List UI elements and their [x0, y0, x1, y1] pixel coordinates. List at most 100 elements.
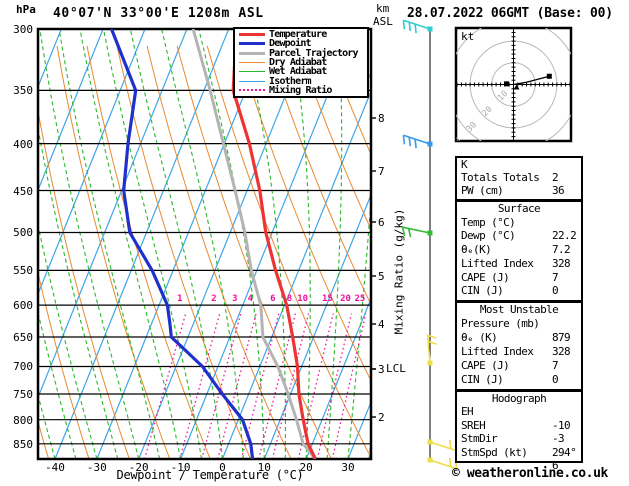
stat-label: θₑ(K)	[461, 243, 492, 257]
hodograph-square-marker	[504, 81, 510, 87]
wind-barb	[401, 226, 433, 238]
legend-swatch-dewpoint	[239, 42, 265, 46]
stats-table-3: Hodograph EH -10 SREH -3 StmDir 294° StmSpd (kt…	[455, 390, 583, 472]
pressure-tick-label: 600	[13, 299, 33, 313]
temperature-tick-label: 30	[341, 461, 355, 474]
km-tick-label: 3	[378, 363, 385, 376]
stat-label: PW (cm)	[461, 184, 504, 197]
table-row: Temp (°C) 22.2	[457, 216, 581, 243]
wind-barb-staff	[403, 134, 431, 145]
km-tick-label: 5	[378, 270, 385, 283]
run-date-label: 28.07.2022 06GMT (Base: 00)	[407, 6, 613, 21]
wind-barb	[427, 439, 458, 452]
table-row: SREH -3	[457, 418, 581, 445]
wind-barb-feather	[408, 137, 412, 147]
legend-swatch-parcel-trajectory	[239, 51, 265, 55]
wind-barb	[426, 334, 437, 366]
table-row: StmSpd (kt) 6	[457, 445, 581, 472]
wind-barb-staff	[402, 226, 431, 234]
stat-label: StmSpd (kt)	[461, 445, 528, 459]
skewt-sounding-page: 10 20 30 40 hPa 40°07'N 33°00'E 1208m ASL k…	[0, 0, 629, 486]
table-title: Most Unstable	[479, 303, 559, 316]
mixing-ratio-value-label: 10	[297, 294, 309, 304]
mixing-ratio-value-label: 20	[340, 294, 351, 304]
km-tick-label: 8	[378, 112, 385, 125]
temperature-tick-label: -20	[128, 461, 149, 474]
pressure-tick-label: 450	[13, 184, 33, 198]
temperature-tick-label: -10	[170, 461, 191, 474]
temperature-tick-label: 0	[219, 461, 226, 474]
wind-barb-feather	[448, 439, 452, 449]
station-title: 40°07'N 33°00'E 1208m ASL	[53, 6, 264, 21]
stats-table-0: K2Totals Totals36PW (cm)0.88	[455, 156, 583, 210]
wind-barb-feather	[427, 334, 437, 339]
temperature-tick-label: -40	[45, 461, 65, 474]
mixing-ratio-axis-label: Mixing Ratio (g/kg)	[392, 208, 406, 335]
legend-swatch-wet-adiabat	[239, 71, 265, 73]
wind-barb-staff	[429, 441, 457, 452]
mixing-ratio-line	[201, 313, 242, 459]
stat-label: CIN (J)	[461, 284, 504, 298]
stat-label: SREH	[461, 418, 486, 432]
pressure-tick-label: 650	[13, 330, 33, 344]
legend-item-label: Mixing Ratio	[269, 84, 332, 96]
stat-label: Lifted Index	[461, 345, 534, 358]
mixing-ratio-line	[316, 313, 353, 459]
hodograph: 10203040	[454, 26, 573, 143]
stat-label: CIN (J)	[461, 373, 504, 386]
table-row: Dewp (°C) 7.2	[457, 229, 581, 256]
dry-adiabat-line	[38, 108, 130, 459]
table-row: CAPE (J) 0	[457, 359, 581, 386]
table-row: Lifted Index 7	[457, 256, 581, 284]
stat-label: Lifted Index	[461, 256, 534, 270]
dry-adiabat-line	[176, 45, 332, 459]
table-row: StmDir 294°	[457, 432, 581, 458]
stat-label: θₑ (K)	[461, 331, 498, 344]
pressure-tick-label: 550	[13, 264, 33, 278]
km-tick-label: 2	[378, 411, 385, 424]
pressure-tick-label: 750	[13, 387, 33, 401]
temperature-tick-label: 20	[299, 461, 313, 474]
stat-label: K	[461, 158, 468, 171]
stat-label: Totals Totals	[461, 171, 540, 184]
wind-barb	[402, 19, 433, 34]
legend-swatch-isotherm	[239, 80, 265, 82]
legend-swatch-mixing-ratio	[239, 89, 265, 92]
table-row: θₑ (K) 328	[457, 331, 581, 358]
table-row: CIN (J)0	[457, 284, 581, 311]
wind-barb-staff	[403, 19, 431, 30]
table-row: PW (cm)0.88	[457, 184, 581, 210]
km-tick-label: 4	[378, 318, 385, 331]
lcl-label: LCL	[386, 362, 406, 375]
mixing-ratio-value-label: 1	[177, 294, 183, 304]
mixing-ratio-value-label: 6	[270, 294, 276, 304]
hodograph-trace-end-dot	[546, 73, 552, 79]
legend-item: Mixing Ratio	[239, 84, 332, 96]
pressure-tick-label: 800	[13, 413, 33, 427]
table-row: Pressure (mb) 879	[457, 317, 581, 344]
wind-barb-feather	[448, 457, 452, 467]
mixing-ratio-line	[271, 313, 310, 459]
legend-swatch-temperature	[239, 33, 265, 36]
wind-barb-feather	[402, 135, 406, 145]
table-row: Lifted Index 7	[457, 345, 581, 372]
pressure-unit-label: hPa	[16, 3, 36, 16]
dry-adiabat-line	[266, 45, 371, 306]
pressure-tick-label: 700	[13, 360, 33, 374]
wind-barb-feather	[427, 340, 437, 346]
mixing-ratio-value-label: 25	[354, 294, 366, 304]
stat-label: Dewp (°C)	[461, 229, 516, 243]
table-title: Surface	[497, 202, 541, 215]
mixing-ratio-value-label: 15	[322, 294, 333, 304]
table-row: K2	[457, 158, 581, 184]
wind-barb-feather	[414, 24, 417, 34]
pressure-tick-label: 350	[13, 84, 33, 98]
pressure-tick-label: 400	[13, 137, 33, 151]
pressure-tick-label: 500	[13, 226, 33, 240]
wind-barb-feather	[414, 139, 417, 149]
stat-label: Pressure (mb)	[461, 317, 540, 330]
stat-label: StmDir	[461, 432, 498, 446]
table-row: θₑ(K) 328	[457, 243, 581, 270]
pressure-tick-label: 300	[13, 23, 33, 36]
stat-label: CAPE (J)	[461, 359, 510, 372]
